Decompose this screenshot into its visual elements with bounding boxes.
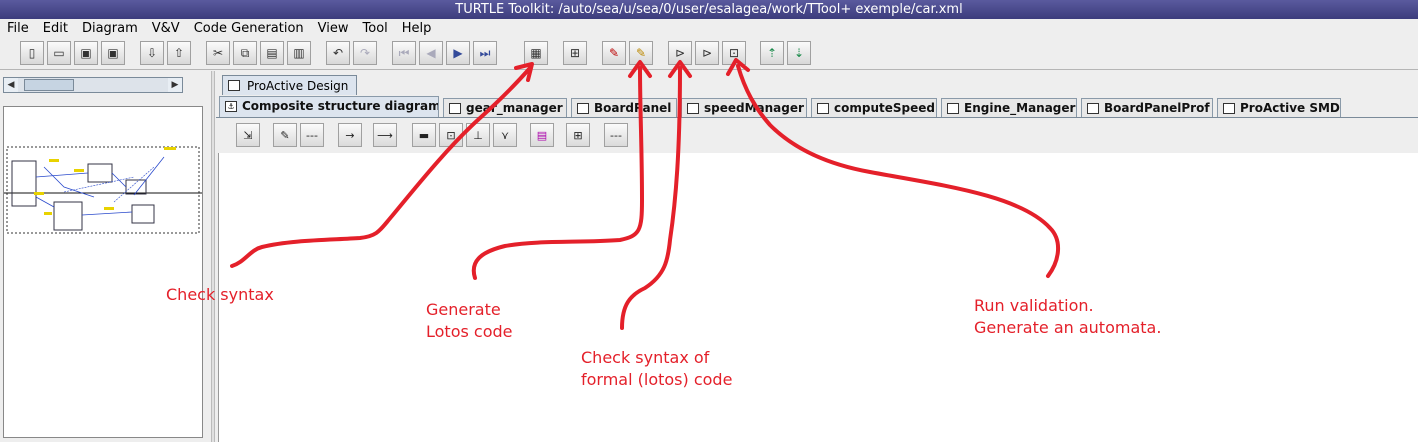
- tab-proactive-smd[interactable]: ProActive SMD: [1217, 98, 1341, 117]
- tab-label: Composite structure diagram: [242, 99, 439, 113]
- tab-label: BoardPanelProf: [1104, 101, 1210, 115]
- copy-icon[interactable]: ⧉: [233, 41, 257, 65]
- upload-icon[interactable]: ⇡: [760, 41, 784, 65]
- menu-edit[interactable]: Edit: [36, 19, 75, 38]
- annotation-generate-lotos-1: Generate: [426, 300, 501, 319]
- undo-icon[interactable]: ↶: [326, 41, 350, 65]
- tab-label: speedManager: [704, 101, 804, 115]
- next-icon[interactable]: ▶: [446, 41, 470, 65]
- state-machine-icon: [817, 103, 829, 114]
- menu-file[interactable]: File: [0, 19, 36, 38]
- state-machine-icon: [1087, 103, 1099, 114]
- download-icon[interactable]: ⇣: [787, 41, 811, 65]
- analysis-icon[interactable]: ⊞: [563, 41, 587, 65]
- check-syntax-icon[interactable]: ▦: [524, 41, 548, 65]
- menu-diagram[interactable]: Diagram: [75, 19, 145, 38]
- generate-automata-icon[interactable]: ⊡: [722, 41, 746, 65]
- connector-icon[interactable]: →: [338, 123, 362, 147]
- state-machine-icon: [449, 103, 461, 114]
- design-tab-icon: [228, 80, 240, 91]
- color-palette-icon[interactable]: ▤: [530, 123, 554, 147]
- annotation-generate-lotos-2: Lotos code: [426, 322, 513, 341]
- last-icon[interactable]: ⏭: [473, 41, 497, 65]
- tab-label: computeSpeed: [834, 101, 935, 115]
- diagram-tabs: ⚓ Composite structure diagram gear_manage…: [216, 96, 1418, 118]
- state-machine-icon: [687, 103, 699, 114]
- interface-icon[interactable]: ⊥: [466, 123, 490, 147]
- tab-proactive-design[interactable]: ProActive Design: [222, 75, 358, 95]
- menu-view[interactable]: View: [311, 19, 356, 38]
- diagram-overview[interactable]: [3, 106, 203, 438]
- annotation-formal-syntax-1: Check syntax of: [581, 348, 710, 367]
- export-icon[interactable]: ⇧: [167, 41, 191, 65]
- tab-label: ProActive SMD: [1240, 101, 1340, 115]
- window-menu-icon[interactable]: [4, 0, 20, 19]
- tab-speedmanager[interactable]: speedManager: [681, 98, 807, 117]
- main-area: ProActive Design ⚓ Composite structure di…: [216, 71, 1418, 442]
- first-icon[interactable]: ⏮: [392, 41, 416, 65]
- window-controls[interactable]: [1364, 0, 1414, 19]
- separator-button-2[interactable]: ---: [604, 123, 628, 147]
- scroll-right-icon[interactable]: ▶: [168, 78, 182, 92]
- port-icon[interactable]: ⊡: [439, 123, 463, 147]
- diagram-canvas[interactable]: [218, 153, 1418, 442]
- check-formal-syntax-icon[interactable]: ⊳: [668, 41, 692, 65]
- annotation-validation-2: Generate an automata.: [974, 318, 1162, 337]
- edit-pointer-icon[interactable]: ⇲: [236, 123, 260, 147]
- save-icon[interactable]: ▣: [74, 41, 98, 65]
- diagram-toolbar: ⇲ ✎ --- → ⟶ ▬ ⊡ ⊥ ⋎ ▤ ⊞ ---: [216, 119, 1418, 151]
- menu-tool[interactable]: Tool: [356, 19, 395, 38]
- window-titlebar: TURTLE Toolkit: /auto/sea/u/sea/0/user/e…: [0, 0, 1418, 19]
- new-file-icon[interactable]: ▯: [20, 41, 44, 65]
- tab-label: ProActive Design: [247, 79, 349, 93]
- annotation-check-syntax: Check syntax: [166, 285, 274, 304]
- tab-boardpanel[interactable]: BoardPanel: [571, 98, 677, 117]
- arrow-icon[interactable]: ⟶: [373, 123, 397, 147]
- overview-thumbnail: [4, 146, 202, 234]
- scroll-thumb[interactable]: [24, 79, 74, 91]
- main-toolbar: ▯ ▭ ▣ ▣ ⇩ ⇧ ✂ ⧉ ▤ ▥ ↶ ↷ ⏮ ◀ ▶ ⏭ ▦ ⊞ ✎ ✎ …: [0, 39, 1418, 70]
- menu-code-generation[interactable]: Code Generation: [187, 19, 311, 38]
- delete-icon[interactable]: ▥: [287, 41, 311, 65]
- panel-splitter[interactable]: [211, 71, 215, 442]
- required-interface-icon[interactable]: ⋎: [493, 123, 517, 147]
- open-folder-icon[interactable]: ▭: [47, 41, 71, 65]
- annotation-validation-1: Run validation.: [974, 296, 1094, 315]
- state-machine-icon: [1223, 103, 1235, 114]
- state-machine-icon: [577, 103, 589, 114]
- tab-boardpanelprof[interactable]: BoardPanelProf: [1081, 98, 1213, 117]
- overview-scrollbar[interactable]: ◀ ▶: [3, 77, 183, 93]
- note-icon[interactable]: ✎: [273, 123, 297, 147]
- tab-engine-manager[interactable]: Engine_Manager: [941, 98, 1077, 117]
- tab-gear-manager[interactable]: gear_manager: [443, 98, 567, 117]
- separator-button[interactable]: ---: [300, 123, 324, 147]
- annotation-formal-syntax-2: formal (lotos) code: [581, 370, 733, 389]
- menu-help[interactable]: Help: [395, 19, 439, 38]
- tab-label: gear_manager: [466, 101, 563, 115]
- run-validation-icon[interactable]: ⊳: [695, 41, 719, 65]
- cut-icon[interactable]: ✂: [206, 41, 230, 65]
- tab-label: BoardPanel: [594, 101, 672, 115]
- previous-icon[interactable]: ◀: [419, 41, 443, 65]
- component-icon[interactable]: ▬: [412, 123, 436, 147]
- menu-bar: File Edit Diagram V&V Code Generation View Too…: [0, 19, 1418, 38]
- hierarchy-icon[interactable]: ⊞: [566, 123, 590, 147]
- import-icon[interactable]: ⇩: [140, 41, 164, 65]
- state-machine-icon: [947, 103, 959, 114]
- tab-computespeed[interactable]: computeSpeed: [811, 98, 937, 117]
- window-title: TURTLE Toolkit: /auto/sea/u/sea/0/user/e…: [455, 2, 963, 17]
- menu-vv[interactable]: V&V: [145, 19, 187, 38]
- tab-label: Engine_Manager: [964, 101, 1076, 115]
- paste-icon[interactable]: ▤: [260, 41, 284, 65]
- overview-panel: ◀ ▶: [0, 71, 211, 442]
- redo-icon[interactable]: ↷: [353, 41, 377, 65]
- scroll-left-icon[interactable]: ◀: [4, 78, 18, 92]
- generate-lotos-icon[interactable]: ✎: [602, 41, 626, 65]
- composite-diagram-icon: ⚓: [225, 101, 237, 112]
- tab-composite-structure-diagram[interactable]: ⚓ Composite structure diagram: [219, 96, 439, 117]
- generate-code-icon[interactable]: ✎: [629, 41, 653, 65]
- save-as-icon[interactable]: ▣: [101, 41, 125, 65]
